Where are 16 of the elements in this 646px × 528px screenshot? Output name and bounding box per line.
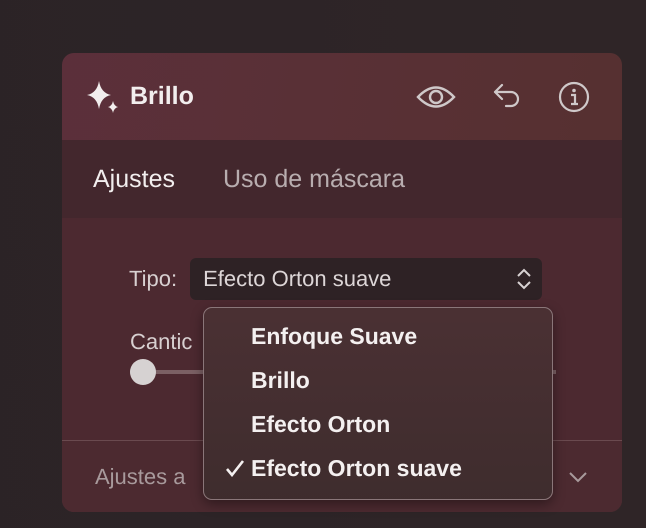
info-icon[interactable]	[558, 80, 590, 112]
menu-item[interactable]: Efecto Orton	[204, 402, 552, 446]
menu-item[interactable]: Brillo	[204, 358, 552, 402]
chevron-down-icon[interactable]	[568, 470, 588, 482]
type-label: Tipo:	[129, 266, 178, 292]
panel-title: Brillo	[130, 82, 194, 111]
menu-item[interactable]: Efecto Orton suave	[204, 446, 552, 490]
section-label: Ajustes a	[95, 464, 186, 490]
menu-item[interactable]: Enfoque Suave	[204, 314, 552, 358]
chevron-up-down-icon	[516, 268, 532, 290]
eye-icon[interactable]	[416, 84, 456, 110]
slider-thumb[interactable]	[130, 359, 156, 385]
amount-label: Cantic	[130, 329, 192, 355]
tab[interactable]: Uso de máscara	[222, 164, 406, 194]
type-dropdown[interactable]: Efecto Orton suave	[190, 258, 542, 300]
tab[interactable]: Ajustes	[93, 164, 175, 194]
